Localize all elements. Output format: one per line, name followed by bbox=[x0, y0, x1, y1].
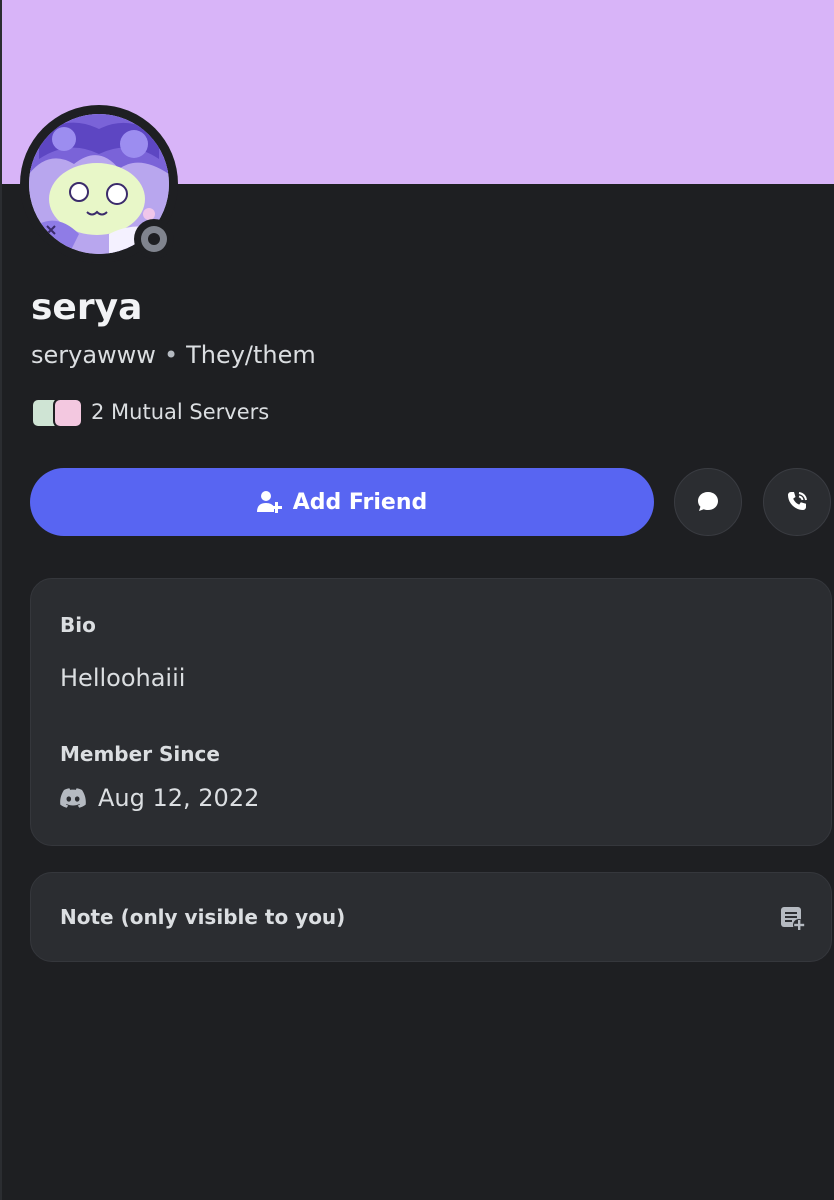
mutual-servers-label: 2 Mutual Servers bbox=[91, 400, 270, 424]
server-icon-stack bbox=[31, 398, 83, 428]
separator-dot: • bbox=[163, 341, 179, 369]
profile-page: serya seryawww • They/them 2 Mutual Server… bbox=[0, 0, 834, 1200]
add-user-icon bbox=[256, 491, 282, 513]
discord-icon bbox=[60, 788, 86, 808]
phone-icon bbox=[788, 492, 807, 510]
member-since-row: Aug 12, 2022 bbox=[60, 782, 259, 814]
avatar-wrapper[interactable] bbox=[20, 105, 178, 263]
note-heading: Note (only visible to you) bbox=[60, 905, 346, 929]
member-since-heading: Member Since bbox=[60, 742, 220, 766]
chat-bubble-icon bbox=[698, 492, 718, 511]
status-indicator bbox=[134, 219, 174, 259]
call-button[interactable] bbox=[763, 468, 831, 536]
bio-heading: Bio bbox=[60, 613, 96, 637]
pronouns: They/them bbox=[186, 341, 316, 369]
mutual-servers[interactable]: 2 Mutual Servers bbox=[31, 396, 269, 428]
display-name: serya bbox=[31, 287, 143, 328]
server-icon bbox=[53, 398, 83, 428]
about-card: Bio Helloohaiii Member Since Aug 12, 202… bbox=[30, 578, 832, 846]
offline-status-icon bbox=[141, 226, 167, 252]
action-row: Add Friend bbox=[30, 468, 834, 538]
bio-text: Helloohaiii bbox=[60, 664, 186, 692]
message-button[interactable] bbox=[674, 468, 742, 536]
member-since-date: Aug 12, 2022 bbox=[98, 784, 260, 812]
add-friend-button[interactable]: Add Friend bbox=[30, 468, 654, 536]
add-friend-label: Add Friend bbox=[292, 489, 428, 515]
add-note-icon[interactable] bbox=[779, 905, 805, 931]
username-line: seryawww • They/them bbox=[31, 339, 316, 371]
note-card[interactable]: Note (only visible to you) bbox=[30, 872, 832, 962]
username[interactable]: seryawww bbox=[31, 341, 156, 369]
